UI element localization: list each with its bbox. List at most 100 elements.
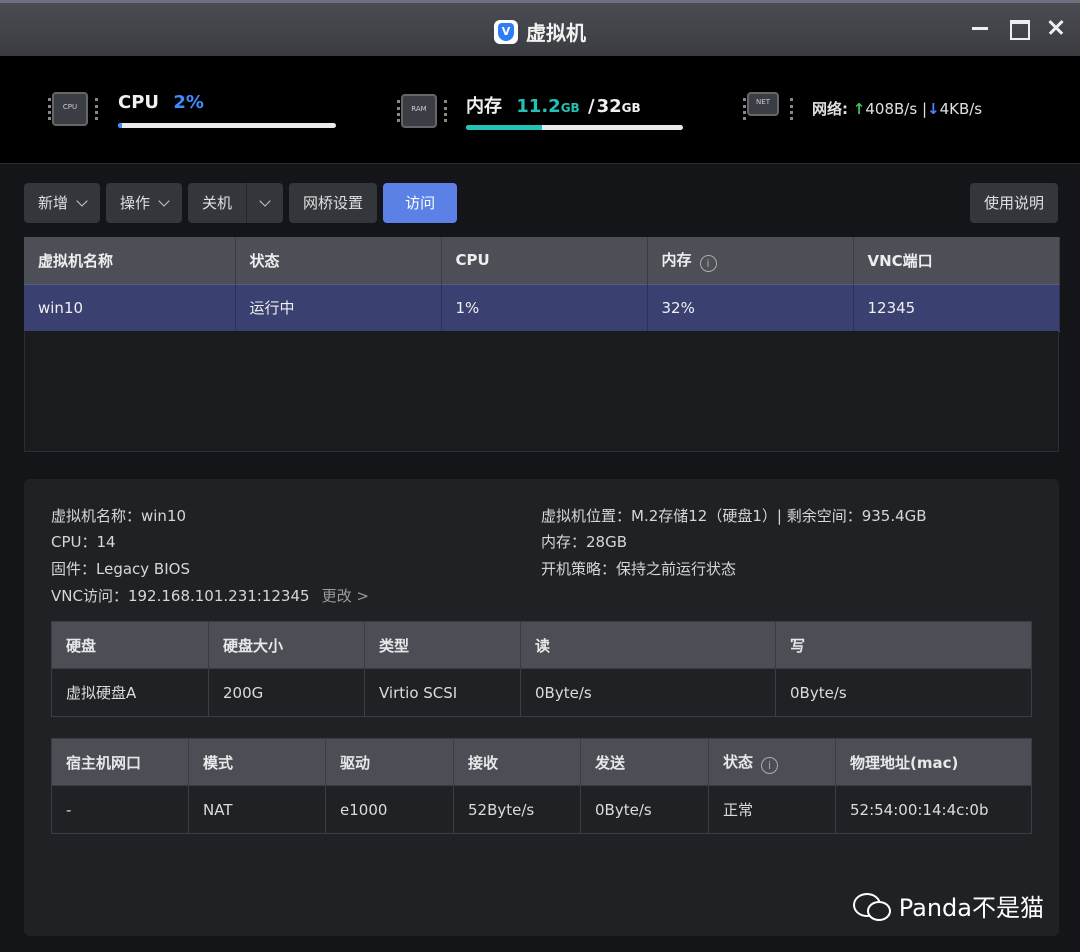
col-memory: 内存 i <box>647 237 854 284</box>
visit-button[interactable]: 访问 <box>383 183 458 223</box>
cell-vm-name: win10 <box>24 283 236 332</box>
col-send: 发送 <box>580 738 709 786</box>
network-table-header: 宿主机网口 模式 驱动 接收 发送 状态 i 物理地址(mac) <box>51 738 1032 786</box>
memory-total: 32 <box>596 96 622 117</box>
detail-cpu: CPU：14 <box>51 533 116 551</box>
detail-firmware: 固件：Legacy BIOS <box>51 560 190 578</box>
watermark-text: Panda不是猫 <box>898 894 1044 922</box>
cell-disk-write: 0Byte/s <box>775 668 1032 717</box>
wechat-icon <box>852 891 893 921</box>
cell-memory: 32% <box>647 283 854 332</box>
col-receive: 接收 <box>453 738 581 786</box>
shutdown-button[interactable]: 关机 <box>188 183 246 223</box>
memory-sep: / <box>587 96 595 117</box>
col-mode: 模式 <box>188 738 326 786</box>
detail-location: 虚拟机位置：M.2存储12（硬盘1）| 剩余空间：935.4GB <box>541 507 927 525</box>
table-row: - NAT e1000 52Byte/s 0Byte/s 正常 52:54:00… <box>51 785 1032 834</box>
cpu-chip-icon: CPU <box>48 92 98 126</box>
cell-net-status: 正常 <box>708 785 836 834</box>
ram-chip-icon: RAM <box>397 94 447 128</box>
disk-table: 硬盘 硬盘大小 类型 读 写 虚拟硬盘A 200G Virtio SCSI 0B… <box>51 621 1032 717</box>
col-cpu: CPU <box>441 237 648 284</box>
detail-memory: 内存：28GB <box>541 533 628 551</box>
col-net-status: 状态 i <box>708 738 836 786</box>
cell-disk: 虚拟硬盘A <box>51 668 209 717</box>
network-down: 4KB/s <box>939 100 983 118</box>
cell-disk-read: 0Byte/s <box>520 668 776 717</box>
memory-usage-bar <box>466 125 683 130</box>
network-up: 408B/s <box>865 100 918 118</box>
vm-detail-panel: 虚拟机名称：win10 CPU：14 固件：Legacy BIOS VNC访问：… <box>24 479 1059 936</box>
cpu-usage-bar <box>118 123 336 128</box>
window-title: 虚拟机 <box>0 17 1080 46</box>
col-status: 状态 <box>235 237 442 284</box>
title-bar: 虚拟机 <box>0 0 1080 56</box>
help-button[interactable]: 使用说明 <box>969 183 1058 223</box>
cell-host-port: - <box>51 785 189 834</box>
cpu-label: CPU <box>118 92 160 113</box>
shutdown-dropdown-button[interactable] <box>246 183 283 223</box>
shutdown-split-button: 关机 <box>188 183 284 223</box>
col-host-port: 宿主机网口 <box>51 738 189 786</box>
add-label: 新增 <box>38 194 69 212</box>
cpu-stat: CPU 2% <box>118 92 204 113</box>
network-table: 宿主机网口 模式 驱动 接收 发送 状态 i 物理地址(mac) - NAT e1… <box>51 738 1032 834</box>
memory-stat: 内存 11.2GB /32GB <box>466 92 641 118</box>
memory-usage-fill <box>466 125 542 130</box>
chevron-down-icon <box>158 195 170 207</box>
cell-send: 0Byte/s <box>580 785 709 834</box>
operations-dropdown-button[interactable]: 操作 <box>106 183 183 223</box>
memory-used-unit: GB <box>560 101 580 115</box>
col-disk-read: 读 <box>520 621 776 669</box>
info-icon[interactable]: i <box>761 756 779 774</box>
chevron-down-icon <box>259 195 271 207</box>
toolbar: 新增 操作 关机 网桥设置 访问 <box>24 183 458 223</box>
chevron-down-icon <box>76 195 88 207</box>
col-disk-write: 写 <box>775 621 1032 669</box>
app-logo-icon <box>494 20 518 44</box>
minimize-icon[interactable] <box>970 17 990 37</box>
detail-vnc: VNC访问：192.168.101.231:12345 更改 > <box>51 585 369 606</box>
col-disk-size: 硬盘大小 <box>208 621 365 669</box>
vnc-change-link[interactable]: 更改 > <box>322 587 369 605</box>
table-row: 虚拟硬盘A 200G Virtio SCSI 0Byte/s 0Byte/s <box>51 668 1032 717</box>
upload-arrow-icon: ↑ <box>852 100 866 118</box>
cell-disk-size: 200G <box>208 668 365 717</box>
cpu-usage-fill <box>118 123 123 128</box>
col-memory-label: 内存 <box>661 250 692 269</box>
maximize-icon[interactable] <box>1008 17 1030 40</box>
info-icon[interactable]: i <box>699 254 717 272</box>
vm-table-header: 虚拟机名称 状态 CPU 内存 i VNC端口 <box>24 237 1060 284</box>
add-dropdown-button[interactable]: 新增 <box>24 183 101 223</box>
watermark: Panda不是猫 <box>852 888 1044 923</box>
bridge-settings-button[interactable]: 网桥设置 <box>289 183 378 223</box>
download-arrow-icon: ↓ <box>927 100 940 118</box>
window-title-text: 虚拟机 <box>526 21 586 45</box>
col-vm-name: 虚拟机名称 <box>24 237 236 284</box>
network-stat: 网络: ↑408B/s |↓4KB/s <box>812 98 982 119</box>
detail-boot-policy: 开机策略：保持之前运行状态 <box>541 560 737 578</box>
col-vnc-port: VNC端口 <box>853 237 1060 284</box>
cell-disk-type: Virtio SCSI <box>364 668 521 717</box>
cpu-value: 2% <box>173 92 204 113</box>
memory-total-unit: GB <box>621 101 641 115</box>
col-driver: 驱动 <box>325 738 454 786</box>
network-icon: NET <box>743 92 793 120</box>
close-icon[interactable] <box>1046 17 1066 37</box>
resource-stats: CPU CPU 2% RAM 内存 11.2GB /32GB NET 网络: ↑… <box>0 56 1080 164</box>
cell-mode: NAT <box>188 785 326 834</box>
cell-status: 运行中 <box>235 283 442 332</box>
cell-receive: 52Byte/s <box>453 785 581 834</box>
disk-table-header: 硬盘 硬盘大小 类型 读 写 <box>51 621 1032 669</box>
memory-used: 11.2 <box>516 96 561 117</box>
cell-cpu: 1% <box>441 283 648 332</box>
col-mac: 物理地址(mac) <box>835 738 1032 786</box>
col-disk-type: 类型 <box>364 621 521 669</box>
col-net-status-label: 状态 <box>723 752 754 771</box>
cell-mac: 52:54:00:14:4c:0b <box>835 785 1032 834</box>
detail-name: 虚拟机名称：win10 <box>51 507 187 525</box>
vm-table: 虚拟机名称 状态 CPU 内存 i VNC端口 win10 运行中 1% 32% … <box>24 237 1060 332</box>
table-row[interactable]: win10 运行中 1% 32% 12345 <box>24 283 1060 332</box>
memory-label: 内存 <box>466 96 502 117</box>
cell-driver: e1000 <box>325 785 454 834</box>
